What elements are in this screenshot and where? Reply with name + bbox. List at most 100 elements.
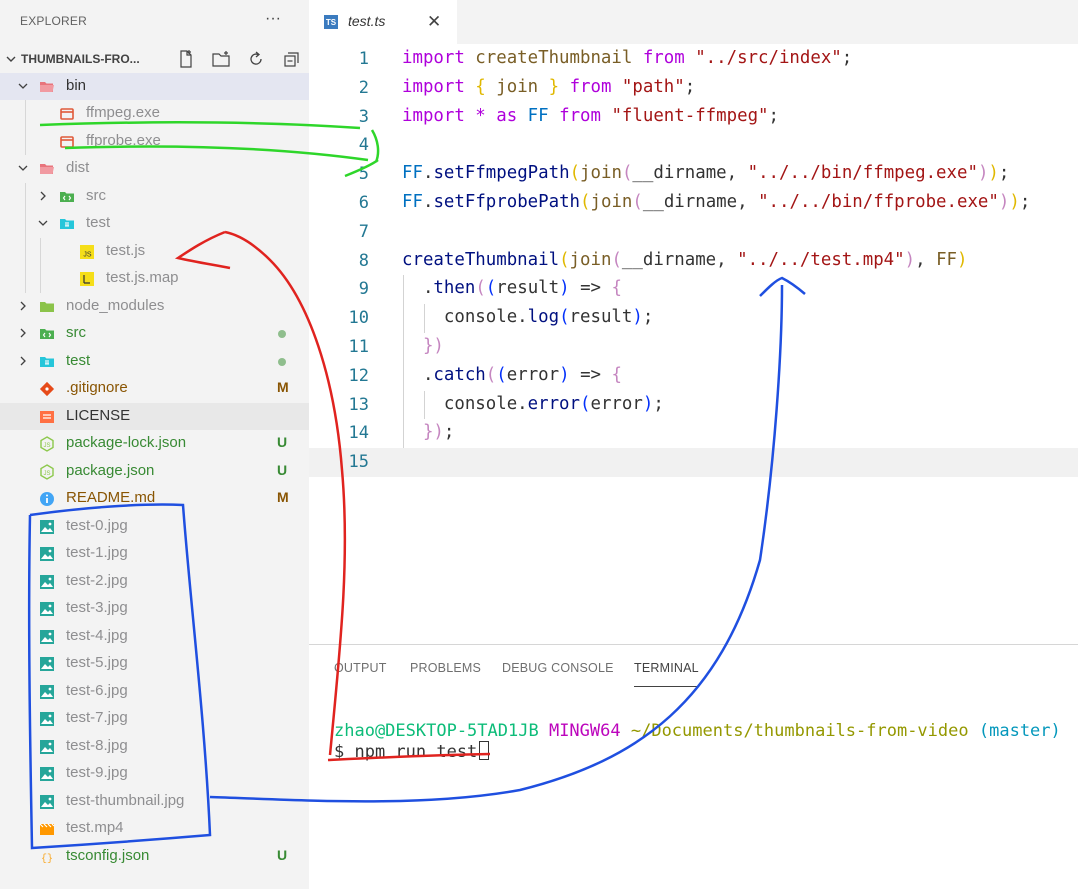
image-icon (40, 520, 54, 534)
tree-item-label: tsconfig.json (66, 847, 150, 864)
tree-item[interactable]: src (0, 183, 309, 210)
close-icon[interactable]: ✕ (427, 12, 441, 32)
code-token: __dirname, (642, 192, 759, 212)
code-editor[interactable]: 1 import createThumbnail from "../src/ind… (309, 44, 1078, 644)
code-token: ( (569, 163, 581, 184)
tree-item[interactable]: dist (0, 155, 309, 182)
git-icon (39, 381, 55, 397)
tree-item[interactable]: test-4.jpg (0, 623, 309, 650)
tree-item[interactable]: test-2.jpg (0, 568, 309, 595)
code-token: }) (422, 422, 444, 443)
image-icon (40, 657, 54, 671)
code-token: "../../test.mp4" (737, 249, 905, 270)
code-token: ; (1019, 192, 1031, 212)
code-token: join (569, 249, 612, 270)
code-line: 1 import createThumbnail from "../src/ind… (309, 45, 1078, 74)
tab-debug-console[interactable]: DEBUG CONSOLE (502, 661, 614, 675)
tree-item[interactable]: bin (0, 73, 309, 100)
line-number: 14 (348, 423, 369, 444)
tree-item[interactable]: README.md M (0, 485, 309, 512)
code-text: .catch((error) => { (402, 365, 622, 385)
code-token: ) (998, 192, 1010, 212)
tree-item[interactable]: LICENSE (0, 403, 309, 430)
code-token: ( (632, 192, 643, 212)
code-text: import createThumbnail from "../src/inde… (402, 48, 852, 68)
code-token: ( (485, 364, 497, 385)
tree-item[interactable]: ffmpeg.exe (0, 100, 309, 127)
code-text: import * as FF from "fluent-ffmpeg"; (402, 106, 779, 126)
tree-item[interactable]: test (0, 210, 309, 237)
tree-item[interactable]: src (0, 320, 309, 347)
tree-item[interactable]: test-thumbnail.jpg (0, 788, 309, 815)
tree-item-label: test (86, 214, 111, 231)
code-token: as (496, 105, 528, 126)
chevron-right-icon (20, 301, 26, 311)
code-token: ) (632, 307, 643, 328)
code-token: ; (768, 105, 779, 126)
line-number: 10 (348, 308, 369, 329)
image-icon (40, 767, 54, 781)
tree-item[interactable]: test-6.jpg (0, 678, 309, 705)
tree-item[interactable]: test-8.jpg (0, 733, 309, 760)
code-token: log (527, 307, 560, 328)
tree-item-label: test (66, 352, 91, 369)
terminal-path: ~/Documents/thumbnails-from-video (630, 721, 969, 741)
tree-item[interactable]: ffprobe.exe (0, 128, 309, 155)
tree-item[interactable]: test-0.jpg (0, 513, 309, 540)
new-folder-icon[interactable] (211, 49, 231, 69)
tree-item[interactable]: test.js.map (0, 265, 309, 292)
code-token: ) (1009, 192, 1020, 212)
code-token: { (611, 278, 622, 299)
code-text: .then((result) => { (402, 278, 622, 298)
tree-item[interactable]: JS test.js (0, 238, 309, 265)
code-token: __dirname, (621, 249, 738, 270)
tab-terminal[interactable]: TERMINAL (634, 661, 699, 675)
workspace-folder-header[interactable]: THUMBNAILS-FRO... (0, 44, 309, 74)
tree-item-label: LICENSE (66, 407, 131, 424)
tree-item-label: test-0.jpg (66, 517, 128, 534)
explorer-sidebar: EXPLORER ··· THUMBNAILS-FRO... bin ffmpeg… (0, 0, 309, 889)
tab-test-ts[interactable]: TS test.ts ✕ (309, 0, 457, 44)
tab-problems[interactable]: PROBLEMS (410, 661, 481, 675)
chevron-down-icon (18, 83, 28, 89)
code-token: ; (642, 307, 654, 328)
tree-item[interactable]: test-5.jpg (0, 650, 309, 677)
tree-item-label: test-4.jpg (66, 627, 128, 644)
code-token: "path" (621, 76, 685, 97)
code-token: FF (402, 192, 423, 212)
new-file-icon[interactable] (176, 49, 196, 69)
refresh-icon[interactable] (246, 49, 266, 69)
code-line: 7 (309, 218, 1078, 247)
terminal-command-line[interactable]: $ npm run test (334, 741, 490, 762)
node-folder-icon (40, 302, 54, 312)
tree-item[interactable]: .gitignore M (0, 375, 309, 402)
code-token: } (548, 76, 570, 97)
more-actions-icon[interactable]: ··· (265, 10, 281, 28)
tree-item[interactable]: test-9.jpg (0, 760, 309, 787)
tree-item[interactable]: test-7.jpg (0, 705, 309, 732)
tree-item-label: test.js.map (106, 269, 179, 286)
json-icon: {} (41, 853, 53, 865)
tree-item[interactable]: test-3.jpg (0, 595, 309, 622)
tree-item[interactable]: test (0, 348, 309, 375)
tree-item[interactable]: node_modules (0, 293, 309, 320)
code-token: ; (998, 163, 1010, 184)
collapse-all-icon[interactable] (281, 49, 301, 69)
image-icon (40, 630, 54, 644)
code-token: "../../bin/ffmpeg.exe" (747, 163, 978, 184)
tree-item[interactable]: test.mp4 (0, 815, 309, 842)
line-number: 8 (358, 250, 369, 271)
tab-output[interactable]: OUTPUT (334, 661, 387, 675)
terminal-cursor (479, 741, 490, 760)
git-status-badge: M (277, 379, 289, 395)
code-token: setFfprobePath (433, 192, 581, 212)
code-text: }); (402, 422, 454, 442)
tree-item[interactable]: JS package-lock.json U (0, 430, 309, 457)
tree-item[interactable]: test-1.jpg (0, 540, 309, 567)
tree-item-label: test-thumbnail.jpg (66, 792, 185, 809)
tree-item[interactable]: JS package.json U (0, 458, 309, 485)
terminal-shell: MINGW64 (548, 721, 621, 741)
image-icon (40, 685, 54, 699)
code-line: 14 }); (309, 419, 1078, 448)
tree-item[interactable]: {} tsconfig.json U (0, 843, 309, 870)
